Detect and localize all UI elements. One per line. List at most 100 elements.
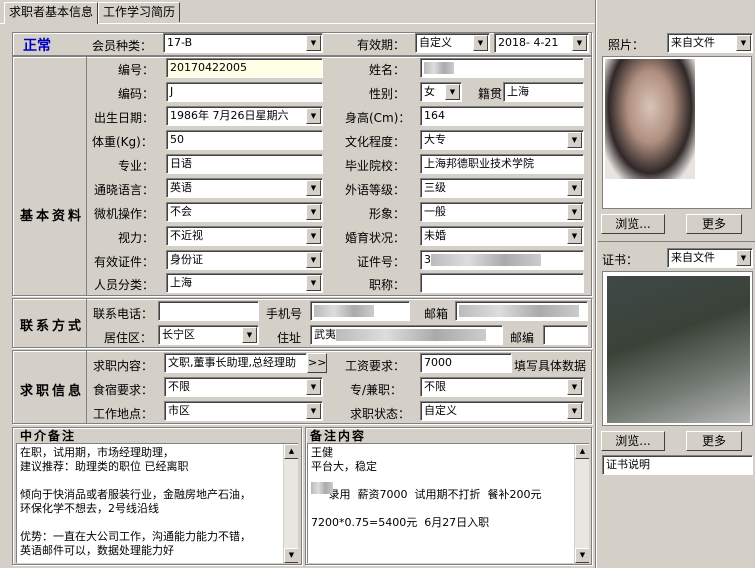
location-select[interactable]: 市区 ▼ [164,401,323,421]
validity-type-select[interactable]: 自定义 ▼ [415,33,490,53]
chevron-down-icon[interactable]: ▼ [306,35,321,51]
chevron-down-icon[interactable]: ▼ [567,180,582,196]
chevron-down-icon[interactable]: ▼ [306,252,321,268]
validity-label: 有效期： [357,38,406,52]
zip-label: 邮编 [510,331,535,345]
scroll-up-icon[interactable]: ▲ [575,444,589,459]
section-divider [86,350,87,424]
photo-source-select[interactable]: 来自文件 ▼ [667,33,753,53]
chevron-down-icon[interactable]: ▼ [567,403,582,419]
zip-field[interactable] [543,325,588,345]
lang-level-select[interactable]: 三级 ▼ [420,178,584,198]
education-select[interactable]: 大专 ▼ [420,130,584,150]
id-no-field[interactable]: 3 [420,250,584,270]
chevron-down-icon[interactable]: ▼ [572,35,587,51]
vision-select[interactable]: 不近视 ▼ [166,226,323,246]
redacted-mobile [314,305,374,317]
school-field[interactable]: 上海邦德职业技术学院 [420,154,584,174]
certificate-desc-field[interactable]: 证书说明 [602,455,753,475]
chevron-down-icon[interactable]: ▼ [567,204,582,220]
mobile-field[interactable] [310,301,410,321]
chevron-down-icon[interactable]: ▼ [306,379,321,395]
marital-select[interactable]: 未婚 ▼ [420,226,584,246]
membership-label: 会员种类： [92,39,153,53]
number-field[interactable]: 20170422005 [166,58,323,78]
photo-more-button[interactable]: 更多 [686,214,742,234]
district-select[interactable]: 长宁区 ▼ [158,325,259,345]
chevron-down-icon[interactable]: ▼ [306,108,321,124]
certificate-browse-button[interactable]: 浏览... [601,431,665,451]
title-field[interactable] [420,273,584,293]
chevron-down-icon[interactable]: ▼ [306,228,321,244]
remark-textarea[interactable]: 王健 平台大，稳定 录用 薪资7000 试用期不打折 餐补200元 7200*0… [307,443,589,563]
scroll-down-icon[interactable]: ▼ [284,548,298,563]
language-label: 通晓语言： [94,183,155,197]
salary-note: 填写具体数据 [514,359,587,373]
email-field[interactable] [455,301,588,321]
address-field[interactable]: 武夷 [310,325,503,345]
validity-date-picker[interactable]: 2018- 4-21 ▼ [494,33,589,53]
position-field[interactable]: 文职,董事长助理,总经理助 [164,353,307,373]
chevron-down-icon[interactable]: ▼ [445,84,460,100]
agent-note-textarea[interactable]: 在职，试用期，市场经理助理， 建议推荐：助理类的职位 已经离职 倾向于快消品或者… [16,443,298,563]
chevron-down-icon[interactable]: ▼ [567,228,582,244]
certificate-source-select[interactable]: 来自文件 ▼ [667,248,753,268]
mobile-label: 手机号 [266,307,303,321]
phone-field[interactable] [158,301,259,321]
category-label: 人员分类： [94,278,155,292]
photo-source-value: 来自文件 [671,36,715,49]
membership-select[interactable]: 17-B ▼ [163,33,323,53]
chevron-down-icon[interactable]: ▼ [567,132,582,148]
chevron-down-icon[interactable]: ▼ [473,35,488,51]
gender-label: 性别： [369,87,406,101]
job-status-select[interactable]: 自定义 ▼ [420,401,584,421]
name-field[interactable] [420,58,584,78]
scrollbar[interactable]: ▲ ▼ [574,444,589,563]
birth-label: 出生日期： [94,111,155,125]
chevron-down-icon[interactable]: ▼ [242,327,257,343]
weight-value: 50 [170,133,184,146]
category-select[interactable]: 上海 ▼ [166,273,323,293]
chevron-down-icon[interactable]: ▼ [306,275,321,291]
certificate-more-button[interactable]: 更多 [686,431,742,451]
tab-resume[interactable]: 工作学习简历 [98,2,181,22]
native-field[interactable]: 上海 [503,82,584,102]
code-field[interactable]: J [166,82,323,102]
photo-browse-button[interactable]: 浏览... [601,214,665,234]
chevron-down-icon[interactable]: ▼ [306,403,321,419]
major-field[interactable]: 日语 [166,154,323,174]
image-select[interactable]: 一般 ▼ [420,202,584,222]
number-label: 编号： [118,63,155,77]
parttime-select[interactable]: 不限 ▼ [420,377,584,397]
chevron-down-icon[interactable]: ▼ [306,180,321,196]
birth-date-picker[interactable]: 1986年 7月26日星期六 ▼ [166,106,323,126]
salary-field[interactable]: 7000 [420,353,512,373]
chevron-down-icon[interactable]: ▼ [736,250,751,266]
scroll-up-icon[interactable]: ▲ [284,444,298,459]
chevron-down-icon[interactable]: ▼ [736,35,751,51]
major-value: 日语 [170,157,192,170]
position-expand-button[interactable]: >> [307,353,327,373]
number-value: 20170422005 [170,61,247,74]
scrollbar[interactable]: ▲ ▼ [283,444,298,563]
chevron-down-icon[interactable]: ▼ [306,204,321,220]
category-value: 上海 [170,276,192,289]
redacted-address [336,329,486,341]
language-select[interactable]: 英语 ▼ [166,178,323,198]
tab-basic-info[interactable]: 求职者基本信息 [4,2,99,24]
basic-section-title: 基本资料 [20,209,85,224]
height-field[interactable]: 164 [420,106,584,126]
position-value: 文职,董事长助理,总经理助 [168,356,296,369]
vision-value: 不近视 [170,229,203,242]
chevron-down-icon[interactable]: ▼ [567,379,582,395]
scroll-down-icon[interactable]: ▼ [575,548,589,563]
email-label: 邮箱 [424,307,449,321]
computer-select[interactable]: 不会 ▼ [166,202,323,222]
code-label: 编码： [118,87,155,101]
weight-field[interactable]: 50 [166,130,323,150]
board-select[interactable]: 不限 ▼ [164,377,323,397]
id-type-select[interactable]: 身份证 ▼ [166,250,323,270]
computer-value: 不会 [170,205,192,218]
gender-select[interactable]: 女 ▼ [420,82,462,102]
image-value: 一般 [424,205,446,218]
